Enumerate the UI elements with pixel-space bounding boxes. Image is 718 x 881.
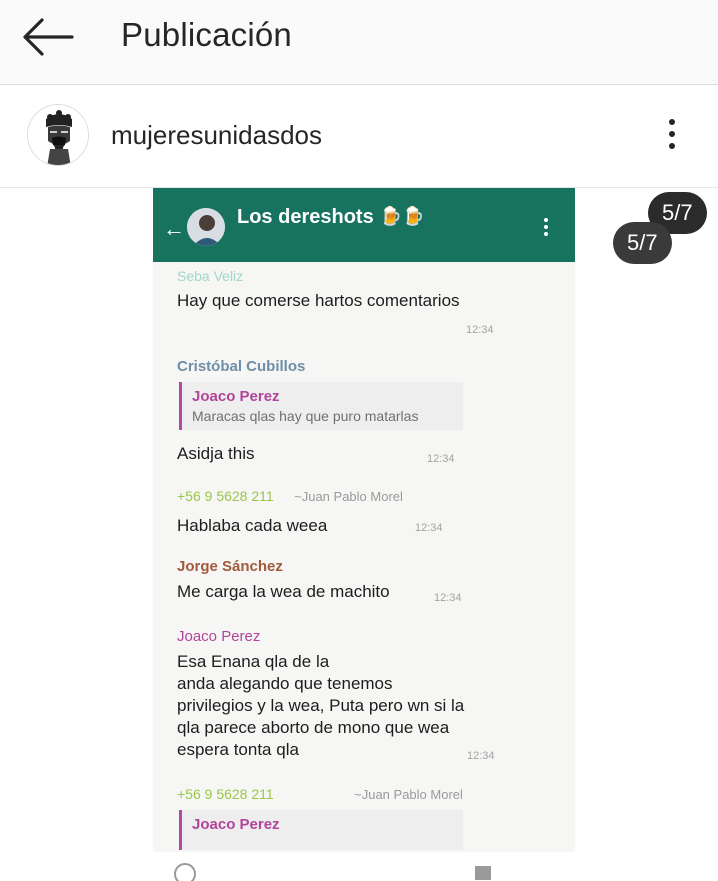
chat-header: ← Los dereshots 🍺🍺 [153,188,575,262]
top-app-bar: Publicación [0,0,718,85]
chat-message: +56 9 5628 211 ~Juan Pablo Morel [177,786,507,804]
back-arrow-icon[interactable] [18,14,76,60]
chat-message: Joaco Perez Esa Enana qla de la anda ale… [177,628,507,761]
message-time: 12:34 [427,453,455,465]
quoted-reply: Joaco Perez Maracas qlas hay que puro ma… [179,382,463,430]
quoted-text: Maracas qlas hay que puro matarlas [192,408,419,424]
chat-back-arrow-icon: ← [163,216,185,241]
message-alias: ~Juan Pablo Morel [354,787,463,802]
more-options-icon[interactable] [656,116,688,156]
message-sender: Joaco Perez [177,628,261,645]
post-image[interactable]: ← Los dereshots 🍺🍺 Seba Veliz Hay que com… [0,188,718,881]
carousel-counter: 5/7 [613,222,672,264]
message-time: 12:34 [415,522,443,534]
chat-screenshot: ← Los dereshots 🍺🍺 Seba Veliz Hay que com… [153,188,575,881]
beer-emoji-icon: 🍺🍺 [379,206,425,226]
message-text-line: espera tonta qla [177,740,299,759]
chat-input-bar [153,852,575,881]
message-text: Hay que comerse hartos comentarios [177,291,460,310]
message-sender: Seba Veliz [177,268,244,284]
quoted-sender: Joaco Perez [192,816,280,833]
chat-message: +56 9 5628 211 ~Juan Pablo Morel Hablaba… [177,488,507,537]
quoted-reply: Joaco Perez [179,810,463,850]
message-sender: Cristóbal Cubillos [177,358,306,375]
message-text-line: qla parece aborto de mono que wea [177,718,450,737]
group-avatar [187,208,225,246]
message-time: 12:34 [434,592,462,604]
message-text: Hablaba cada weea [177,516,328,535]
message-text-line: privilegios y la wea, Puta pero wn si la [177,696,465,715]
message-text: Asidja this [177,444,255,463]
message-time: 12:34 [467,750,495,762]
message-text-line: Esa Enana qla de la [177,652,330,671]
chat-menu-icon [542,218,550,242]
chat-message-body: Asidja this [177,443,507,465]
message-text-line: anda alegando que tenemos [177,674,393,693]
message-sender: Jorge Sánchez [177,558,283,575]
message-sender: +56 9 5628 211 [177,488,274,504]
quoted-sender: Joaco Perez [192,388,280,405]
page-title: Publicación [121,16,292,53]
post-header: mujeresunidasdos [0,86,718,188]
chat-group-title: Los dereshots 🍺🍺 [237,206,425,228]
message-time: 12:34 [466,324,494,336]
message-sender: +56 9 5628 211 [177,786,274,802]
post-username[interactable]: mujeresunidasdos [111,120,322,151]
message-alias: ~Juan Pablo Morel [294,489,403,504]
chat-message: Seba Veliz Hay que comerse hartos coment… [177,268,507,312]
chat-message: Cristóbal Cubillos [177,358,507,375]
profile-avatar[interactable] [27,104,89,166]
